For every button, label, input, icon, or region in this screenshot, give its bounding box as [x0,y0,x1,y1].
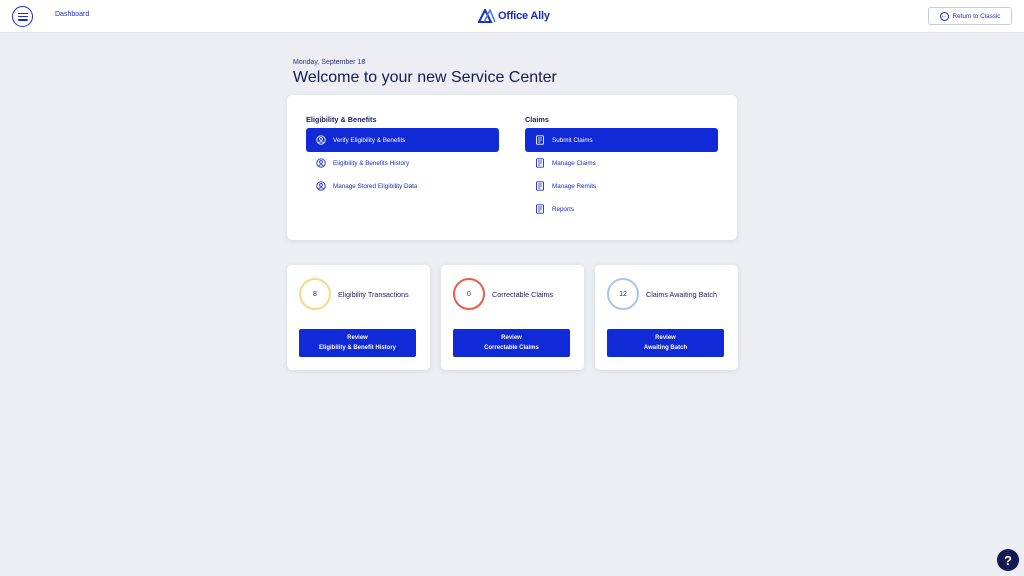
manage-remits-label: Manage Remits [552,182,597,190]
eligibility-transactions-card: 8 Eligibility Transactions Review Eligib… [287,265,430,370]
eligibility-history-link[interactable]: Eligibility & Benefits History [306,151,499,175]
review-correctable-claims-button[interactable]: Review Correctable Claims [453,329,570,357]
stat-label: Eligibility Transactions [338,290,409,299]
review-button-line1: Review [655,335,676,341]
user-check-icon [316,181,326,191]
count-ring: 12 [607,278,639,310]
stat-label: Correctable Claims [492,290,554,299]
page-title: Welcome to your new Service Center [293,69,557,86]
claims-section-title: Claims [525,115,549,124]
return-to-classic-label: Return to Classic [952,12,1001,20]
review-button-line2: Eligibility & Benefit History [318,345,396,351]
document-icon [535,181,545,191]
service-center-card: Eligibility & Benefits Verify Eligibilit… [287,95,737,240]
logo-text: Office Ally [498,10,550,22]
user-check-icon [316,135,326,145]
top-bar: Dashboard Office Ally ← Return to Classi… [0,0,1024,33]
review-awaiting-batch-button[interactable]: Review Awaiting Batch [607,329,724,357]
verify-eligibility-label: Verify Eligibility & Benefits [333,136,406,144]
review-button-line1: Review [347,335,368,341]
manage-remits-link[interactable]: Manage Remits [525,174,718,198]
submit-claims-label: Submit Claims [552,136,593,144]
reports-label: Reports [552,205,575,213]
current-date: Monday, September 18 [293,59,366,66]
office-ally-logo[interactable]: Office Ally [478,8,550,24]
eligibility-section-title: Eligibility & Benefits [306,115,377,124]
document-icon [535,135,545,145]
review-button-line2: Correctable Claims [484,345,539,351]
claims-awaiting-batch-card: 12 Claims Awaiting Batch Review Awaiting… [595,265,738,370]
review-button-line2: Awaiting Batch [643,345,688,351]
count-ring: 8 [299,278,331,310]
logo-mark-icon [478,9,496,23]
claims-section: Claims Submit Claims Manage Claims Manag… [525,115,718,220]
count-ring: 0 [453,278,485,310]
eligibility-history-label: Eligibility & Benefits History [333,159,410,167]
hamburger-icon [17,12,28,21]
manage-stored-eligibility-link[interactable]: Manage Stored Eligibility Data [306,174,499,198]
manage-stored-eligibility-label: Manage Stored Eligibility Data [333,182,418,190]
reports-link[interactable]: Reports [525,197,718,221]
verify-eligibility-link[interactable]: Verify Eligibility & Benefits [306,128,499,152]
stat-label: Claims Awaiting Batch [646,290,717,299]
correctable-claims-card: 0 Correctable Claims Review Correctable … [441,265,584,370]
manage-claims-label: Manage Claims [552,159,596,167]
return-to-classic-button[interactable]: ← Return to Classic [928,7,1012,25]
review-eligibility-history-button[interactable]: Review Eligibility & Benefit History [299,329,416,357]
arrow-left-circle-icon: ← [939,11,949,21]
eligibility-section: Eligibility & Benefits Verify Eligibilit… [306,115,499,197]
user-check-icon [316,158,326,168]
document-icon [535,204,545,214]
manage-claims-link[interactable]: Manage Claims [525,151,718,175]
breadcrumb-dashboard[interactable]: Dashboard [55,11,89,18]
submit-claims-link[interactable]: Submit Claims [525,128,718,152]
document-icon [535,158,545,168]
help-button[interactable]: ? [997,549,1019,571]
review-button-line1: Review [501,335,522,341]
menu-button[interactable] [12,6,33,27]
